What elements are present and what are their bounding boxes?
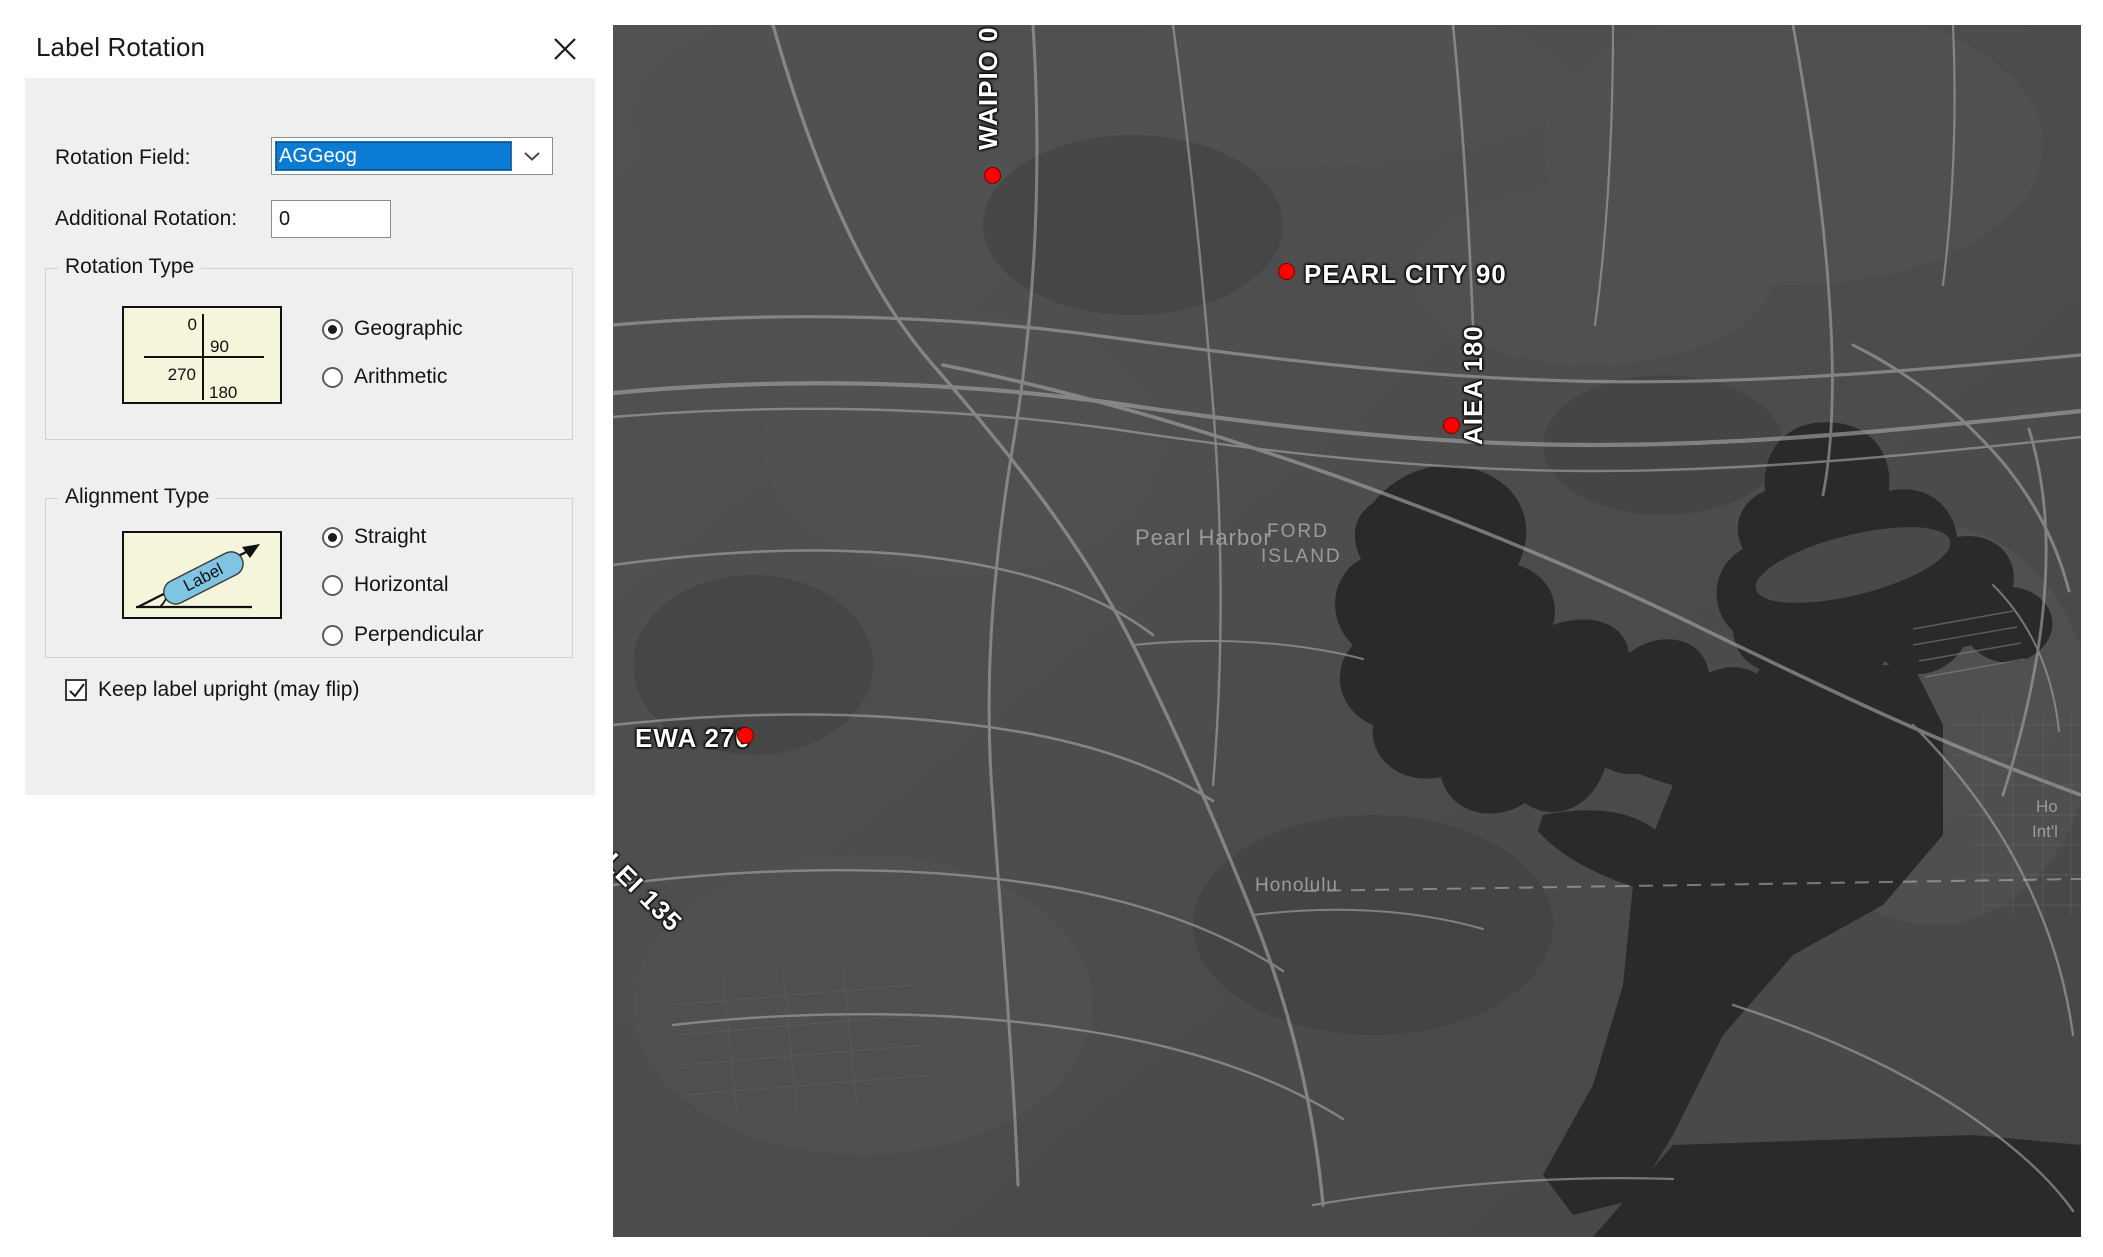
place-label-ford: FORD bbox=[1267, 521, 1329, 543]
rotation-type-caption: Rotation Type bbox=[58, 255, 201, 279]
checkmark-icon[interactable] bbox=[65, 679, 87, 701]
alignment-type-caption: Alignment Type bbox=[58, 485, 216, 509]
alignment-type-option-perpendicular-label: Perpendicular bbox=[354, 623, 484, 647]
map-marker-ewa[interactable] bbox=[737, 727, 754, 744]
close-icon[interactable] bbox=[543, 27, 587, 71]
radio-icon[interactable] bbox=[322, 527, 343, 548]
alignment-type-option-horizontal-label: Horizontal bbox=[354, 573, 449, 597]
alignment-type-option-horizontal[interactable]: Horizontal bbox=[322, 573, 449, 597]
label-rotation-dialog: Label Rotation Rotation Field: AGGeog Ad… bbox=[0, 0, 613, 1257]
svg-text:90: 90 bbox=[210, 337, 229, 356]
chevron-down-icon[interactable] bbox=[512, 138, 552, 174]
place-label-honolulu-intl-1: Ho bbox=[2036, 797, 2058, 817]
rotation-type-option-geographic[interactable]: Geographic bbox=[322, 317, 463, 341]
map-basemap bbox=[613, 25, 2081, 1237]
additional-rotation-input[interactable]: 0 bbox=[271, 200, 391, 238]
additional-rotation-label: Additional Rotation: bbox=[55, 207, 237, 231]
radio-icon[interactable] bbox=[322, 319, 343, 340]
svg-text:270: 270 bbox=[168, 365, 196, 384]
rotation-field-value[interactable]: AGGeog bbox=[275, 141, 512, 171]
svg-text:0: 0 bbox=[188, 315, 197, 334]
radio-icon[interactable] bbox=[322, 575, 343, 596]
label-alignment-diagram: Label bbox=[122, 531, 282, 619]
geographic-rotation-diagram: 0 90 270 180 bbox=[122, 306, 282, 404]
radio-icon[interactable] bbox=[322, 625, 343, 646]
rotation-type-option-arithmetic[interactable]: Arithmetic bbox=[322, 365, 447, 389]
keep-label-upright-checkbox[interactable]: Keep label upright (may flip) bbox=[65, 678, 359, 702]
map-canvas[interactable]: WAIPIO 0 PEARL CITY 90 AIEA 180 EWA 270 … bbox=[613, 25, 2081, 1237]
rotation-field-label: Rotation Field: bbox=[55, 146, 190, 170]
map-marker-pearl-city[interactable] bbox=[1278, 263, 1295, 280]
map-label-aiea: AIEA 180 bbox=[1458, 325, 1489, 445]
rotation-type-group: Rotation Type 0 90 270 180 Geographic Ar… bbox=[45, 268, 573, 440]
map-label-pearl-city: PEARL CITY 90 bbox=[1304, 259, 1507, 290]
map-label-waipio: WAIPIO 0 bbox=[973, 26, 1004, 150]
alignment-type-option-straight[interactable]: Straight bbox=[322, 525, 426, 549]
alignment-type-option-straight-label: Straight bbox=[354, 525, 426, 549]
dialog-titlebar: Label Rotation bbox=[0, 0, 613, 78]
dialog-title: Label Rotation bbox=[36, 32, 205, 63]
map-marker-waipio[interactable] bbox=[984, 167, 1001, 184]
rotation-type-option-geographic-label: Geographic bbox=[354, 317, 463, 341]
rotation-field-combobox[interactable]: AGGeog bbox=[271, 137, 553, 175]
place-label-pearl-harbor: Pearl Harbor bbox=[1135, 525, 1272, 551]
radio-icon[interactable] bbox=[322, 367, 343, 388]
place-label-honolulu: Honolulu bbox=[1255, 875, 1338, 897]
place-label-island: ISLAND bbox=[1261, 546, 1342, 568]
rotation-type-option-arithmetic-label: Arithmetic bbox=[354, 365, 447, 389]
alignment-type-group: Alignment Type Label Straight bbox=[45, 498, 573, 658]
alignment-type-option-perpendicular[interactable]: Perpendicular bbox=[322, 623, 484, 647]
keep-label-upright-label: Keep label upright (may flip) bbox=[98, 678, 359, 702]
place-label-honolulu-intl-2: Int'l bbox=[2032, 822, 2058, 842]
map-marker-aiea[interactable] bbox=[1443, 417, 1460, 434]
dialog-body: Rotation Field: AGGeog Additional Rotati… bbox=[25, 78, 595, 795]
svg-text:180: 180 bbox=[209, 383, 237, 402]
map-label-ewa: EWA 270 bbox=[635, 723, 751, 754]
